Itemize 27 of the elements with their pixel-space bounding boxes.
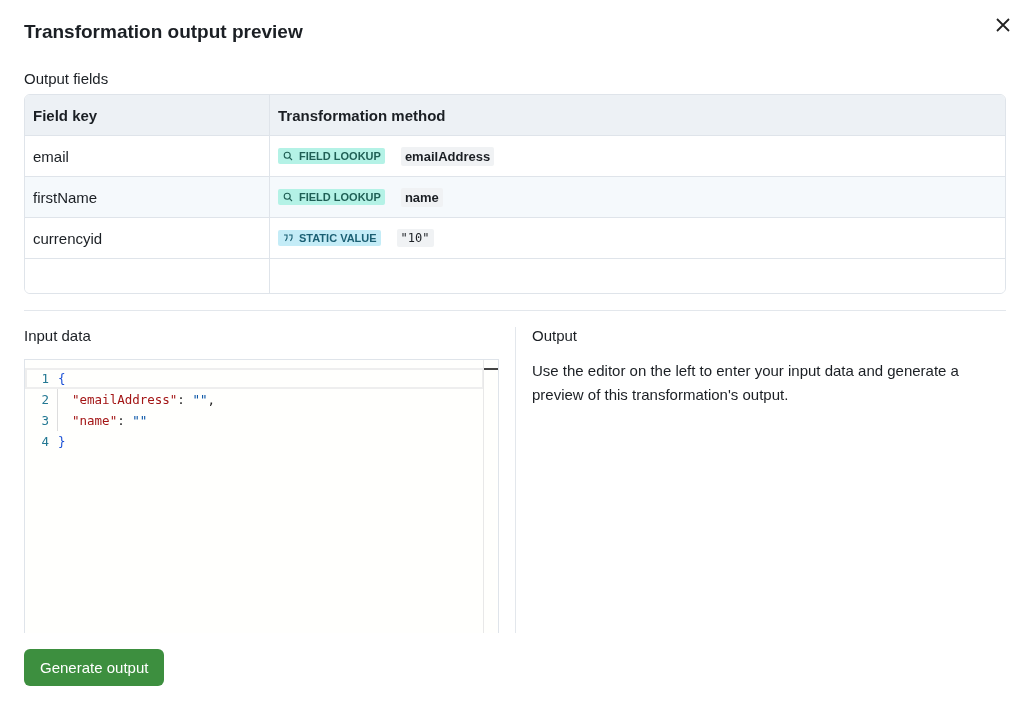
field-key: currencyid <box>33 229 103 247</box>
line-number: 1 <box>40 371 50 386</box>
line-number: 2 <box>40 392 50 407</box>
method-value: "10" <box>396 229 434 247</box>
section-label: Output fields <box>24 70 110 87</box>
method-value: name <box>400 187 443 207</box>
field-key: email <box>33 147 69 165</box>
code-line: "emailAddress": "", <box>57 389 215 410</box>
method-badge: FIELD LOOKUP <box>278 189 385 205</box>
section-title: Output <box>532 327 579 346</box>
section-title: Input data <box>24 327 92 346</box>
code-line: { <box>57 370 66 388</box>
method-badge: STATIC VALUE <box>278 230 381 246</box>
column-header: Field key <box>25 95 270 135</box>
code-line: "name": "" <box>57 410 148 431</box>
line-number: 3 <box>40 413 50 428</box>
line-number: 4 <box>40 434 50 449</box>
field-key: firstName <box>33 188 98 206</box>
output-message: Use the editor on the left to enter your input data and generate a preview of this transformation's output. <box>532 361 960 405</box>
method-badge: FIELD LOOKUP <box>278 148 385 164</box>
method-value: emailAddress <box>400 146 495 166</box>
dialog-title: Transformation output preview <box>24 21 303 43</box>
code-line: } <box>57 433 66 451</box>
column-header: Transformation method <box>277 105 447 126</box>
code-editor[interactable]: 1 { 2 "emailAddress": "", 3 "name": "" 4 } <box>24 359 499 633</box>
close-icon[interactable] <box>996 18 1010 32</box>
generate-output-button[interactable]: Generate output <box>24 649 165 686</box>
